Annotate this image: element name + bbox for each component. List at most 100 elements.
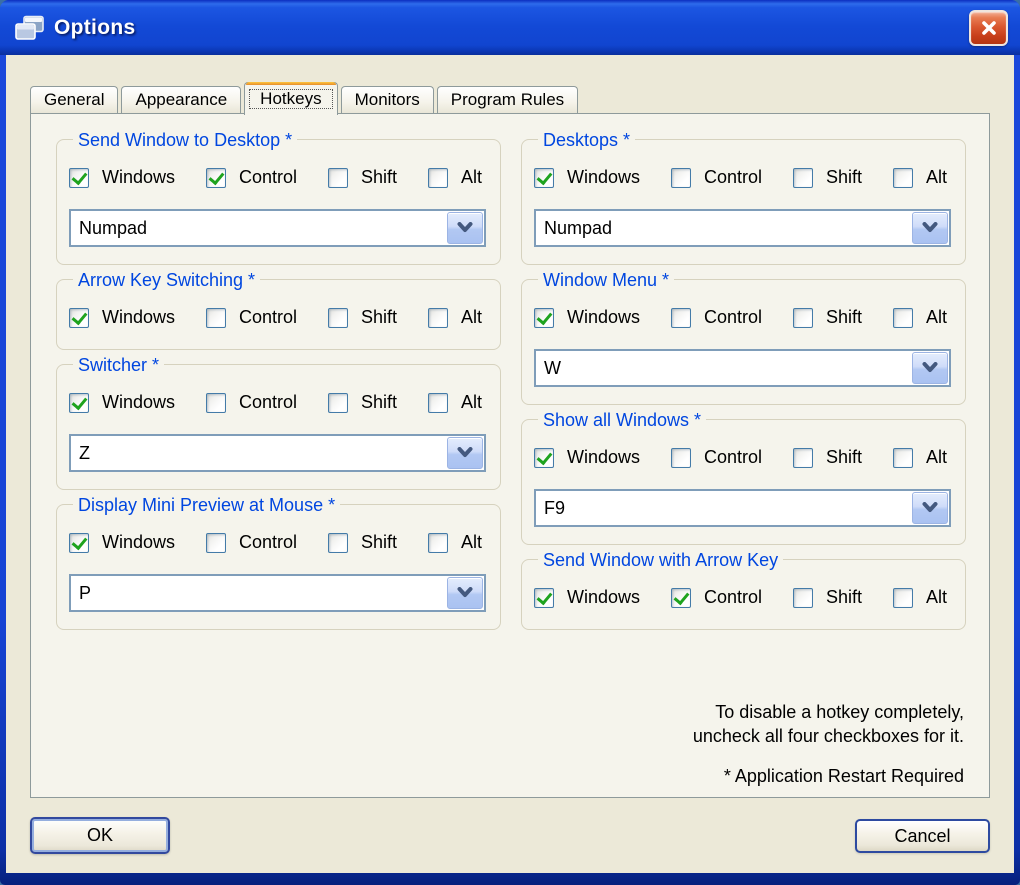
checkbox-pair-windows[interactable]: Windows	[69, 167, 175, 188]
checkbox-alt[interactable]	[892, 447, 913, 468]
checkbox-pair-alt[interactable]: Alt	[892, 167, 947, 188]
checkbox-windows[interactable]	[69, 392, 89, 413]
checkbox-alt[interactable]	[427, 307, 448, 328]
checkbox-pair-windows[interactable]: Windows	[69, 307, 175, 328]
checkbox-pair-control[interactable]: Control	[670, 307, 763, 328]
checkbox-label-control: Control	[703, 307, 763, 327]
checkbox-label-windows: Windows	[102, 167, 176, 187]
checkbox-pair-windows[interactable]: Windows	[534, 307, 640, 328]
tab-program-rules[interactable]: Program Rules	[436, 86, 579, 113]
tab-appearance[interactable]: Appearance	[121, 86, 242, 113]
cancel-button[interactable]: Cancel	[855, 819, 990, 853]
hotkey-dropdown[interactable]: P	[69, 574, 486, 612]
checkbox-control[interactable]	[205, 532, 226, 553]
checkbox-control[interactable]	[670, 447, 691, 468]
checkbox-pair-control[interactable]: Control	[205, 307, 297, 328]
checkbox-windows[interactable]	[69, 167, 89, 188]
checkbox-pair-shift[interactable]: Shift	[327, 392, 397, 413]
checkbox-pair-shift[interactable]: Shift	[327, 307, 397, 328]
dropdown-arrow-button[interactable]	[447, 437, 483, 469]
checkbox-pair-shift[interactable]: Shift	[792, 587, 862, 608]
tab-hotkeys[interactable]: Hotkeys	[244, 82, 338, 115]
checkbox-pair-alt[interactable]: Alt	[892, 587, 947, 608]
checkbox-pair-control[interactable]: Control	[670, 587, 763, 608]
checkbox-pair-windows[interactable]: Windows	[69, 532, 175, 553]
checkbox-pair-control[interactable]: Control	[205, 167, 297, 188]
checkbox-control[interactable]	[205, 307, 226, 328]
close-icon	[981, 21, 996, 35]
checkbox-pair-alt[interactable]: Alt	[427, 392, 482, 413]
checkbox-pair-control[interactable]: Control	[670, 167, 762, 188]
checkbox-alt[interactable]	[892, 307, 913, 328]
group-title: Window Menu *	[538, 270, 675, 291]
checkbox-shift[interactable]	[792, 587, 813, 608]
tab-bar: General Appearance Hotkeys Monitors Program …	[30, 82, 581, 115]
checkbox-shift[interactable]	[792, 447, 813, 468]
dropdown-arrow-button[interactable]	[447, 577, 483, 609]
dropdown-arrow-button[interactable]	[912, 212, 948, 244]
checkbox-pair-control[interactable]: Control	[205, 392, 297, 413]
hotkey-dropdown[interactable]: Numpad	[69, 209, 486, 247]
dropdown-arrow-button[interactable]	[912, 492, 948, 524]
checkbox-pair-alt[interactable]: Alt	[892, 447, 947, 468]
checkbox-label-windows: Windows	[567, 587, 641, 607]
tab-monitors[interactable]: Monitors	[340, 86, 434, 113]
modifier-checkbox-row: Windows Control Shift Alt	[69, 166, 486, 189]
checkbox-alt[interactable]	[427, 392, 448, 413]
tab-general[interactable]: General	[30, 86, 119, 113]
checkbox-label-shift: Shift	[825, 307, 862, 327]
checkbox-windows[interactable]	[69, 307, 89, 328]
checkbox-control[interactable]	[670, 307, 691, 328]
checkbox-windows[interactable]	[69, 532, 89, 553]
ok-button-label: OK	[86, 825, 113, 845]
dropdown-arrow-button[interactable]	[447, 212, 483, 244]
hotkey-dropdown[interactable]: Numpad	[534, 209, 951, 247]
dropdown-arrow-button[interactable]	[912, 352, 948, 384]
checkbox-control[interactable]	[205, 167, 226, 188]
close-button[interactable]	[969, 10, 1008, 46]
checkbox-shift[interactable]	[792, 167, 813, 188]
checkbox-pair-shift[interactable]: Shift	[792, 307, 862, 328]
checkbox-pair-shift[interactable]: Shift	[327, 532, 397, 553]
checkbox-pair-control[interactable]: Control	[670, 447, 762, 468]
checkbox-control[interactable]	[670, 587, 691, 608]
checkbox-pair-windows[interactable]: Windows	[69, 392, 175, 413]
checkbox-control[interactable]	[670, 167, 691, 188]
checkbox-pair-alt[interactable]: Alt	[892, 307, 947, 328]
checkbox-pair-alt[interactable]: Alt	[427, 167, 482, 188]
checkbox-pair-windows[interactable]: Windows	[534, 587, 640, 608]
checkbox-pair-windows[interactable]: Windows	[534, 447, 640, 468]
checkbox-label-control: Control	[703, 587, 763, 607]
checkbox-windows[interactable]	[534, 587, 554, 608]
tab-label: Appearance	[135, 90, 228, 109]
checkbox-pair-shift[interactable]: Shift	[792, 167, 862, 188]
checkbox-shift[interactable]	[327, 392, 348, 413]
checkbox-alt[interactable]	[892, 587, 913, 608]
checkbox-pair-shift[interactable]: Shift	[792, 447, 862, 468]
hotkey-dropdown[interactable]: Z	[69, 434, 486, 472]
checkbox-label-alt: Alt	[925, 167, 947, 187]
checkbox-windows[interactable]	[534, 447, 554, 468]
cancel-button-label: Cancel	[894, 825, 951, 846]
checkbox-pair-alt[interactable]: Alt	[427, 307, 482, 328]
checkbox-control[interactable]	[205, 392, 226, 413]
checkbox-pair-alt[interactable]: Alt	[427, 532, 482, 553]
titlebar[interactable]: Options	[0, 0, 1020, 55]
checkbox-shift[interactable]	[327, 307, 348, 328]
chevron-down-icon	[457, 587, 473, 597]
checkbox-alt[interactable]	[427, 167, 448, 188]
checkbox-shift[interactable]	[327, 532, 348, 553]
checkbox-alt[interactable]	[892, 167, 913, 188]
checkbox-label-control: Control	[238, 532, 298, 552]
checkbox-pair-control[interactable]: Control	[205, 532, 298, 553]
checkbox-shift[interactable]	[792, 307, 813, 328]
checkbox-pair-windows[interactable]: Windows	[534, 167, 640, 188]
hotkey-dropdown[interactable]: F9	[534, 489, 951, 527]
checkbox-windows[interactable]	[534, 307, 554, 328]
checkbox-shift[interactable]	[327, 167, 348, 188]
checkbox-alt[interactable]	[427, 532, 448, 553]
checkbox-windows[interactable]	[534, 167, 554, 188]
hotkey-dropdown[interactable]: W	[534, 349, 951, 387]
ok-button[interactable]: OK	[30, 817, 170, 854]
checkbox-pair-shift[interactable]: Shift	[327, 167, 397, 188]
